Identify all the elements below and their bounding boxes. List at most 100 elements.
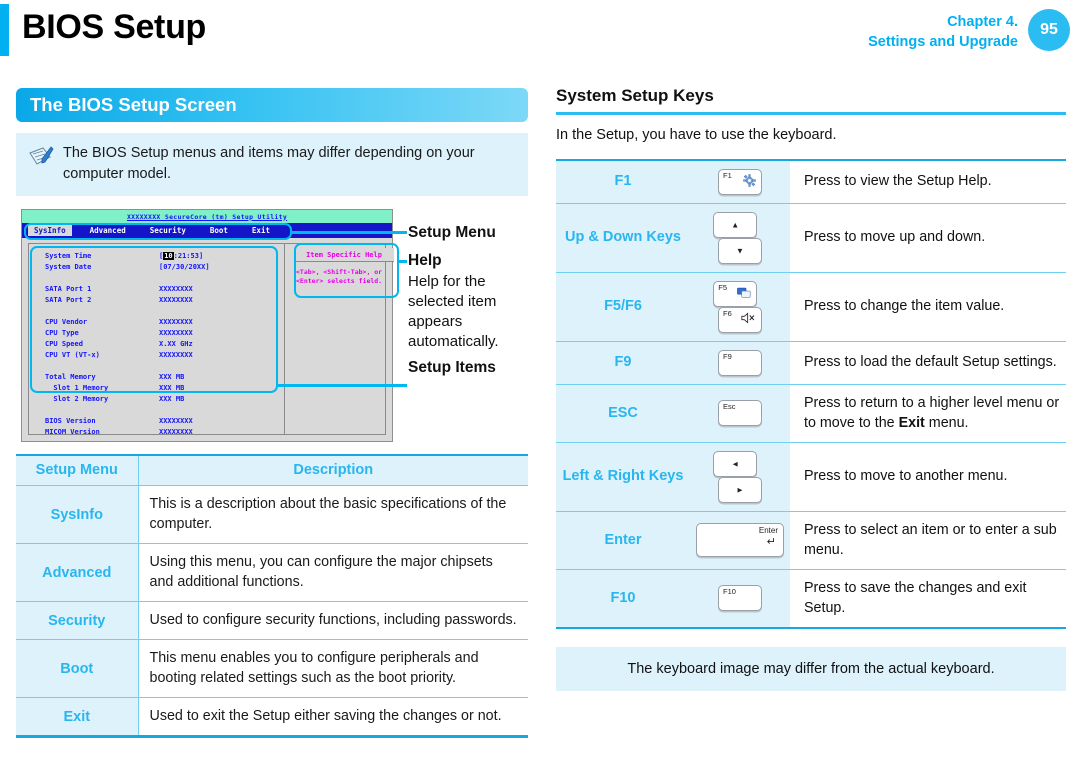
keycap-label: F5 (718, 282, 728, 292)
keycap-label: F6 (723, 308, 732, 318)
chapter-label: Chapter 4. Settings and Upgrade (868, 12, 1018, 52)
keycap-arrow-up[interactable]: ▲ (713, 211, 758, 238)
callout-line-setup-menu (292, 231, 407, 234)
cell-menu-name: SysInfo (16, 485, 139, 544)
table-row: Enter Enter ↵ Press to select an item or… (556, 510, 1066, 569)
cell-menu-description: This is a description about the basic sp… (138, 485, 528, 544)
table-row: F1 F1 Press to view the Setup Help. (556, 158, 1066, 203)
key-description: Press to save the changes and exit Setup… (790, 568, 1066, 627)
table-row: F9 F9 Press to load the default Setup se… (556, 340, 1066, 384)
bios-item-label: Slot 2 Memory (45, 395, 109, 403)
callout-help: Help (408, 252, 442, 269)
setup-keys-table: F1 F1 Press to view the Setup Help. Up &… (556, 158, 1066, 627)
table-row: Advanced Using this menu, you can config… (16, 543, 528, 602)
table-row: Security Used to configure security func… (16, 601, 528, 640)
key-name: Left & Right Keys (556, 441, 690, 511)
keycap-f9[interactable]: F9 (718, 349, 762, 376)
cell-menu-name: Security (16, 601, 139, 640)
bios-item-label: BIOS Version (45, 417, 96, 425)
key-name: F9 (556, 340, 690, 384)
arrow-left-icon: ◄ (731, 459, 740, 468)
left-column: The BIOS Setup Screen The BIOS Setup men… (16, 88, 528, 738)
keycap-label: Esc (723, 402, 736, 411)
table-row: Exit Used to exit the Setup either savin… (16, 697, 528, 735)
key-cap-cell: ▲ ▼ (690, 202, 790, 272)
keycap-arrow-right[interactable]: ► (718, 476, 762, 503)
keycap-f10[interactable]: F10 (718, 585, 762, 611)
key-name: ESC (556, 383, 690, 442)
keycap-enter[interactable]: Enter ↵ (696, 523, 784, 557)
header-accent-bar (0, 4, 9, 56)
page-title: BIOS Setup (22, 8, 207, 46)
callout-help-description: Help for the selected item appears autom… (408, 273, 499, 350)
setup-menu-table: Setup Menu Description SysInfo This is a… (16, 454, 528, 735)
table-row: Left & Right Keys ◄ ► Press to move to a… (556, 441, 1066, 511)
arrow-down-icon: ▼ (736, 246, 744, 255)
table-row: F5/F6 F5 F6 Press to change the item val… (556, 271, 1066, 341)
table-bottom-rule (16, 735, 528, 738)
callout-setup-menu: Setup Menu (408, 224, 496, 241)
table-row: Boot This menu enables you to configure … (16, 639, 528, 698)
highlight-ring-help (294, 243, 399, 298)
mute-speaker-icon (741, 311, 756, 329)
cell-menu-description: Used to exit the Setup either saving the… (138, 697, 528, 735)
chapter-line-2: Settings and Upgrade (868, 34, 1018, 50)
section-banner: The BIOS Setup Screen (16, 88, 528, 122)
key-name: Enter (556, 510, 690, 569)
gear-icon (743, 173, 756, 192)
cell-menu-name: Exit (16, 697, 139, 735)
cell-menu-description: Used to configure security functions, in… (138, 601, 528, 640)
chapter-line-1: Chapter 4. (947, 14, 1018, 30)
note-pencil-icon (28, 143, 54, 185)
table-header-row: Setup Menu Description (16, 455, 528, 486)
arrow-right-icon: ► (736, 485, 744, 494)
desc-suffix: menu. (924, 414, 969, 431)
keycap-esc[interactable]: Esc (718, 400, 762, 426)
callout-labels: Setup Menu Help Help for the selected it… (408, 210, 528, 377)
callout-line-help (399, 260, 407, 263)
key-cap-cell: ◄ ► (690, 441, 790, 511)
key-cap-cell: F1 (690, 158, 790, 203)
table-row: SysInfo This is a description about the … (16, 485, 528, 544)
key-description: Press to view the Setup Help. (790, 158, 1066, 203)
callout-setup-items: Setup Items (408, 359, 496, 376)
col-header-description: Description (138, 455, 528, 486)
page-header: BIOS Setup Chapter 4. Settings and Upgra… (0, 0, 1080, 62)
key-cap-cell: Enter ↵ (690, 510, 790, 569)
col-header-setup-menu: Setup Menu (16, 455, 139, 486)
keycap-label: Enter (758, 526, 778, 535)
note-box: The BIOS Setup menus and items may diffe… (16, 133, 528, 196)
bios-item-label: MICOM Version (45, 428, 100, 436)
table-row: Up & Down Keys ▲ ▼ Press to move up and … (556, 202, 1066, 272)
display-switch-icon (737, 286, 751, 304)
keys-table-bottom-rule (556, 626, 1066, 629)
key-description: Press to move to another menu. (790, 441, 1066, 511)
desc-bold: Exit (898, 414, 925, 431)
key-cap-cell: Esc (690, 383, 790, 442)
keyboard-disclaimer-note: The keyboard image may differ from the a… (556, 647, 1066, 691)
key-cap-cell: F9 (690, 340, 790, 384)
highlight-ring-setup-items (30, 246, 278, 393)
keycap-f1[interactable]: F1 (718, 168, 762, 195)
bios-title-bar: XXXXXXXX SecureCore (tm) Setup Utility (22, 210, 392, 223)
keycap-arrow-left[interactable]: ◄ (713, 450, 758, 477)
note-text: The BIOS Setup menus and items may diffe… (63, 145, 475, 182)
keycap-arrow-down[interactable]: ▼ (718, 237, 762, 264)
keycap-label: F9 (723, 351, 732, 361)
key-name: F1 (556, 158, 690, 203)
enter-return-icon: ↵ (766, 536, 776, 548)
table-row: F10 F10 Press to save the changes and ex… (556, 568, 1066, 627)
key-name: Up & Down Keys (556, 202, 690, 272)
cell-menu-description: Using this menu, you can configure the m… (138, 543, 528, 602)
callout-line-setup-items (278, 384, 407, 387)
key-description: Press to move up and down. (790, 202, 1066, 272)
page-number-badge: 95 (1028, 9, 1070, 51)
keycap-f5[interactable]: F5 (713, 280, 758, 307)
key-description: Press to select an item or to enter a su… (790, 510, 1066, 569)
table-row: ESC Esc Press to return to a higher leve… (556, 383, 1066, 442)
keycap-f6[interactable]: F6 (718, 306, 762, 333)
right-column: System Setup Keys In the Setup, you have… (556, 86, 1066, 691)
key-description: Press to return to a higher level menu o… (790, 383, 1066, 442)
key-description: Press to load the default Setup settings… (790, 340, 1066, 384)
cell-menu-name: Boot (16, 639, 139, 698)
